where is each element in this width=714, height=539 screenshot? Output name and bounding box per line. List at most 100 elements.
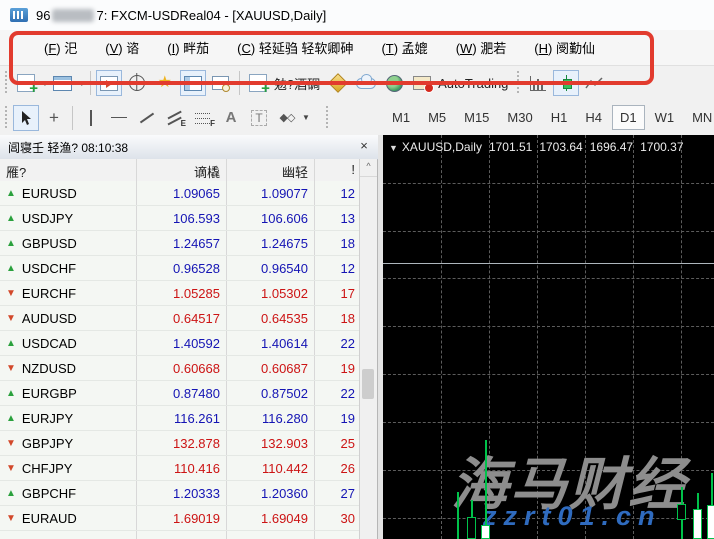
table-row[interactable]: ▼ GBPJPY 132.878 132.903 25	[0, 431, 361, 456]
table-row[interactable]: ▲ USDJPY 106.593 106.606 13	[0, 206, 361, 231]
ask-value: 0.96540	[261, 260, 308, 276]
table-row[interactable]: ▲ EURGBP 0.87480 0.87502 22	[0, 381, 361, 406]
table-row[interactable]: ▲ EURUSD 1.09065 1.09077 12	[0, 181, 361, 206]
chevron-down-icon[interactable]: ▼	[41, 79, 49, 88]
bid-value: 0.60668	[173, 360, 220, 376]
table-row[interactable]: ▼ AUDUSD 0.64517 0.64535 18	[0, 306, 361, 331]
ask-value: 0.64535	[261, 310, 308, 326]
column-header-ask[interactable]: 幽轻	[227, 159, 315, 181]
autotrading-label[interactable]: AutoTrading	[438, 76, 508, 91]
scrollbar-thumb[interactable]	[362, 369, 374, 399]
timeframe-w1[interactable]: W1	[647, 105, 683, 130]
toolbar-grip[interactable]	[515, 71, 522, 95]
text-icon: A	[225, 109, 237, 126]
arrow-up-icon: ▲	[6, 212, 16, 224]
timeframe-m5[interactable]: M5	[420, 105, 454, 130]
timeframe-mn[interactable]: MN	[684, 105, 714, 130]
favorites-button[interactable]: ★	[152, 70, 178, 96]
line-chart-button[interactable]	[581, 70, 607, 96]
bid-value: 1.40592	[173, 335, 220, 351]
menu-item-v[interactable]: (V) 谘	[91, 34, 153, 61]
new-order-labeled-button[interactable]	[245, 70, 271, 97]
gold-symbol-button[interactable]	[325, 70, 351, 96]
zoom-window-button[interactable]	[208, 70, 234, 96]
equidistant-channel-button[interactable]: E	[162, 105, 188, 131]
column-header-bid[interactable]: 谪橇	[137, 159, 227, 181]
scrollbar[interactable]: ^	[359, 159, 377, 539]
ask-value: 106.606	[261, 210, 308, 226]
toolbar-grip[interactable]	[3, 71, 9, 95]
new-chart-button[interactable]	[50, 70, 76, 96]
menu-item-i[interactable]: (I) 畔茄	[153, 34, 223, 61]
menu-item-w[interactable]: (W) 淝若	[442, 34, 521, 61]
chevron-down-icon[interactable]: ▼	[78, 79, 86, 88]
timeframe-m30[interactable]: M30	[499, 105, 540, 130]
cursor-button[interactable]	[13, 104, 39, 131]
chart-open-value: 1701.51	[488, 140, 533, 154]
toolbar-grip[interactable]	[323, 105, 330, 130]
table-row[interactable]: ▼ CHFJPY 110.416 110.442 26	[0, 456, 361, 481]
arrow-up-icon: ▲	[6, 187, 16, 199]
chart-shift-button[interactable]	[95, 70, 122, 96]
candlestick-chart-button[interactable]	[553, 70, 580, 96]
cloud-button[interactable]	[353, 70, 379, 96]
channel-icon: E	[167, 110, 186, 128]
trend-line-button[interactable]	[134, 105, 160, 131]
bid-value: 132.878	[173, 435, 220, 451]
shapes-icon: ◆◇	[279, 112, 296, 124]
timeframe-h1[interactable]: H1	[543, 105, 576, 130]
symbol-name: GBPCHF	[21, 485, 77, 501]
scroll-up-icon[interactable]: ^	[360, 159, 377, 177]
cursor-arrow-icon	[22, 110, 31, 125]
toolbar-grip[interactable]	[3, 105, 9, 130]
new-order-icon	[17, 74, 38, 97]
arrows-button[interactable]: ◆◇	[274, 105, 300, 131]
table-row[interactable]: ▼ NZDUSD 0.60668 0.60687 19	[0, 356, 361, 381]
new-order-button[interactable]	[13, 70, 39, 97]
timeframe-m1[interactable]: M1	[384, 105, 418, 130]
chart-shift-icon	[99, 75, 118, 91]
timeframe-m15[interactable]: M15	[456, 105, 497, 130]
chevron-down-icon[interactable]: ▼	[302, 113, 310, 122]
new-order-label[interactable]: 勉?酒碉	[274, 74, 320, 93]
symbol-name: AUDUSD	[21, 310, 77, 326]
table-row[interactable]: ▲ GBPUSD 1.24657 1.24675 18	[0, 231, 361, 256]
bid-value: 0.96528	[173, 260, 220, 276]
arrow-down-icon: ▼	[6, 437, 16, 449]
fibonacci-button[interactable]: F	[190, 105, 216, 131]
column-header-symbol[interactable]: 雁?	[0, 159, 137, 181]
table-row[interactable]: ▲ GBPCHF 1.20333 1.20360 27	[0, 481, 361, 506]
timeframe-h4[interactable]: H4	[577, 105, 610, 130]
table-row[interactable]: ▼ EURCHF 1.05285 1.05302 17	[0, 281, 361, 306]
horizontal-line-button[interactable]	[106, 105, 132, 131]
market-watch-titlebar[interactable]: 阊寝壬 轻渔? 08:10:38 ×	[0, 135, 378, 160]
chart-area[interactable]: ▼ XAUUSD,Daily 1701.51 1703.64 1696.47 1700.3…	[383, 135, 714, 539]
close-icon[interactable]: ×	[356, 138, 372, 153]
vertical-line-button[interactable]	[78, 105, 104, 131]
bar-chart-button[interactable]	[525, 70, 551, 96]
menu-item-c[interactable]: (C) 轻延驺 轻软卿砷	[223, 34, 367, 61]
table-row[interactable]: ▲ USDCHF 0.96528 0.96540 12	[0, 256, 361, 281]
arrow-up-icon: ▲	[6, 337, 16, 349]
text-button[interactable]: A	[218, 105, 244, 131]
table-row[interactable]: ▲ EURJPY 116.261 116.280 19	[0, 406, 361, 431]
crosshair-button[interactable]: +	[41, 105, 67, 131]
text-label-button[interactable]: T	[246, 105, 272, 131]
market-watch-header: 雁? 谪橇 幽轻 !	[0, 159, 361, 182]
menu-item-t[interactable]: (T) 孟媲	[367, 34, 441, 61]
crosshair-mode-button[interactable]	[124, 70, 150, 96]
timeframe-d1[interactable]: D1	[611, 105, 645, 130]
cloud-icon	[356, 73, 377, 89]
table-row[interactable]: ▼EURCAD	[0, 531, 361, 539]
table-row[interactable]: ▲ USDCAD 1.40592 1.40614 22	[0, 331, 361, 356]
menu-item-h[interactable]: (H) 阌勤仙	[520, 34, 609, 61]
table-row[interactable]: ▼ EURAUD 1.69019 1.69049 30	[0, 506, 361, 531]
chevron-down-icon[interactable]: ▼	[389, 143, 398, 153]
window-layout-button[interactable]	[179, 70, 206, 96]
column-header-spread[interactable]: !	[315, 159, 361, 181]
autotrading-button[interactable]	[409, 70, 435, 96]
web-button[interactable]	[381, 70, 407, 96]
ask-value: 110.442	[261, 460, 308, 476]
bid-value: 1.24657	[173, 235, 220, 251]
menu-item-f[interactable]: (F) 汜	[30, 34, 91, 61]
